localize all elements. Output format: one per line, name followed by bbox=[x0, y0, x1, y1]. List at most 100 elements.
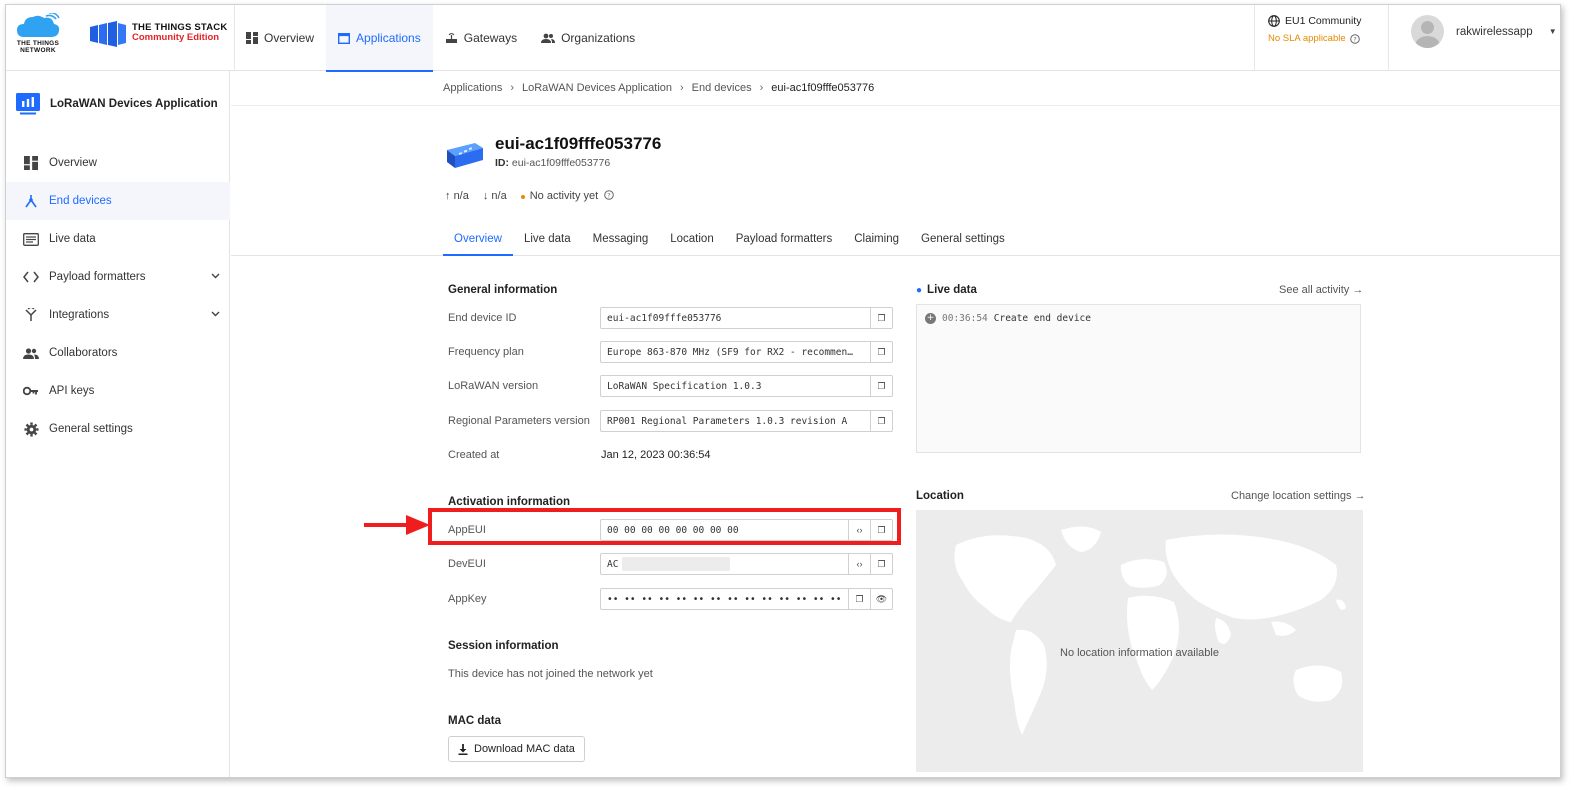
deveui-field: AC ‹› ❐ bbox=[600, 553, 893, 575]
copy-button[interactable]: ❐ bbox=[870, 342, 892, 362]
copy-button[interactable]: ❐ bbox=[870, 308, 892, 328]
merge-icon bbox=[23, 307, 39, 323]
sidebar-item-end-devices[interactable]: End devices bbox=[6, 182, 230, 220]
toggle-format-button[interactable]: ‹› bbox=[848, 554, 870, 574]
device-tabs: Overview Live data Messaging Location Pa… bbox=[443, 224, 1016, 256]
tab-messaging[interactable]: Messaging bbox=[582, 224, 660, 254]
sidebar-item-overview[interactable]: Overview bbox=[6, 144, 230, 182]
activation-info-title: Activation information bbox=[448, 496, 571, 508]
sidebar-item-label: End devices bbox=[49, 195, 112, 207]
appkey-label: AppKey bbox=[448, 593, 487, 605]
breadcrumb-end-devices[interactable]: End devices bbox=[692, 82, 752, 94]
user-menu[interactable]: rakwirelessapp ▼ bbox=[1411, 15, 1557, 48]
sidebar-item-label: Collaborators bbox=[49, 347, 118, 359]
see-all-activity-link[interactable]: See all activity → bbox=[1279, 284, 1363, 296]
chevron-down-icon[interactable] bbox=[211, 309, 220, 320]
ttn-logo[interactable]: THE THINGS NETWORK bbox=[14, 11, 62, 59]
sidebar-item-general-settings[interactable]: General settings bbox=[6, 410, 230, 448]
arrow-down-icon: ↓ bbox=[482, 190, 489, 202]
device-id: ID: eui-ac1f09fffe053776 bbox=[495, 157, 610, 169]
live-indicator-icon: ● bbox=[916, 285, 923, 296]
main-nav: Overview Applications Gateways Organizat… bbox=[234, 5, 647, 72]
event-text: Create end device bbox=[993, 313, 1091, 324]
redacted-region bbox=[622, 557, 731, 571]
nav-overview[interactable]: Overview bbox=[234, 5, 326, 71]
regional-params-value[interactable]: RP001 Regional Parameters 1.0.3 revision… bbox=[601, 411, 870, 431]
download-mac-label: Download MAC data bbox=[474, 743, 575, 755]
cluster-selector[interactable]: EU1 Community No SLA applicable ? bbox=[1268, 15, 1386, 44]
tab-payload-formatters[interactable]: Payload formatters bbox=[725, 224, 844, 254]
sidebar-item-label: Payload formatters bbox=[49, 271, 146, 283]
end-device-id-label: End device ID bbox=[448, 312, 517, 324]
location-title: Location bbox=[916, 490, 964, 502]
sidebar-item-integrations[interactable]: Integrations bbox=[6, 296, 230, 334]
device-activity: ↑ n/a ↓ n/a No activity yet ? bbox=[445, 190, 615, 202]
list-icon bbox=[23, 231, 39, 247]
device-id-label: ID: bbox=[495, 157, 509, 169]
svg-text:?: ? bbox=[1353, 35, 1356, 43]
tts-logo[interactable]: THE THINGS STACK Community Edition bbox=[88, 19, 228, 49]
session-info-title: Session information bbox=[448, 640, 559, 652]
copy-button[interactable]: ❐ bbox=[848, 589, 870, 609]
help-icon[interactable]: ? bbox=[1349, 33, 1360, 44]
activity-status: No activity yet ? bbox=[520, 190, 615, 202]
mac-data-title: MAC data bbox=[448, 715, 502, 727]
lorawan-version-value[interactable]: LoRaWAN Specification 1.0.3 bbox=[601, 376, 870, 396]
copy-icon: ❐ bbox=[877, 558, 886, 569]
people-icon bbox=[23, 345, 39, 361]
sidebar-menu: Overview End devices Live data Payload f… bbox=[6, 144, 230, 448]
breadcrumb-applications[interactable]: Applications bbox=[443, 82, 502, 94]
sidebar-item-live-data[interactable]: Live data bbox=[6, 220, 230, 258]
event-row[interactable]: + 00:36:54 Create end device bbox=[925, 313, 1091, 324]
nav-applications[interactable]: Applications bbox=[326, 5, 433, 72]
frequency-plan-value[interactable]: Europe 863-870 MHz (SF9 for RX2 - recomm… bbox=[601, 342, 870, 362]
svg-text:?: ? bbox=[608, 192, 611, 200]
tab-location[interactable]: Location bbox=[659, 224, 724, 254]
nav-organizations[interactable]: Organizations bbox=[529, 5, 647, 71]
tab-claiming[interactable]: Claiming bbox=[843, 224, 910, 254]
chevron-down-icon[interactable] bbox=[211, 271, 220, 282]
sidebar-item-label: API keys bbox=[49, 385, 95, 397]
ttn-logo-line1: THE THINGS bbox=[16, 40, 60, 47]
downlink-value: n/a bbox=[491, 190, 507, 202]
sidebar-item-api-keys[interactable]: API keys bbox=[6, 372, 230, 410]
end-device-icon bbox=[447, 143, 483, 168]
appkey-value[interactable]: •• •• •• •• •• •• •• •• •• •• •• •• •• •… bbox=[601, 589, 848, 609]
copy-icon: ❐ bbox=[877, 415, 886, 426]
copy-button[interactable]: ❐ bbox=[870, 376, 892, 396]
tab-live-data[interactable]: Live data bbox=[513, 224, 582, 254]
plus-icon: + bbox=[925, 313, 936, 324]
sidebar-app-title: LoRaWAN Devices Application bbox=[16, 93, 218, 115]
breadcrumb-application[interactable]: LoRaWAN Devices Application bbox=[522, 82, 672, 94]
live-data-title-text: Live data bbox=[927, 284, 977, 296]
nav-organizations-label: Organizations bbox=[561, 31, 636, 45]
activity-text: No activity yet bbox=[529, 190, 599, 202]
sidebar-item-payload-formatters[interactable]: Payload formatters bbox=[6, 258, 230, 296]
copy-button[interactable]: ❐ bbox=[870, 554, 892, 574]
device-header: eui-ac1f09fffe053776 ID: eui-ac1f09fffe0… bbox=[231, 106, 1560, 256]
sidebar-item-collaborators[interactable]: Collaborators bbox=[6, 334, 230, 372]
globe-icon bbox=[1268, 15, 1280, 27]
nav-gateways[interactable]: Gateways bbox=[433, 5, 529, 71]
copy-icon: ❐ bbox=[877, 312, 886, 323]
copy-button[interactable]: ❐ bbox=[870, 411, 892, 431]
tab-overview[interactable]: Overview bbox=[443, 224, 513, 256]
end-device-id-value[interactable]: eui-ac1f09fffe053776 bbox=[601, 308, 870, 328]
general-info-title: General information bbox=[448, 284, 558, 296]
top-header: THE THINGS NETWORK THE THINGS STACK Comm… bbox=[6, 5, 1560, 72]
application-badge-icon bbox=[16, 93, 40, 115]
world-map-graphic bbox=[954, 526, 1346, 735]
uplink-value: n/a bbox=[453, 190, 469, 202]
tab-general-settings[interactable]: General settings bbox=[910, 224, 1016, 254]
cloud-icon bbox=[17, 13, 60, 37]
show-button[interactable]: 👁 bbox=[870, 589, 892, 609]
help-icon[interactable]: ? bbox=[604, 190, 615, 200]
uplink-count: ↑ n/a bbox=[445, 190, 469, 202]
key-icon bbox=[23, 383, 39, 399]
gear-icon bbox=[23, 421, 39, 437]
nav-applications-label: Applications bbox=[356, 31, 421, 45]
download-mac-button[interactable]: Download MAC data bbox=[448, 736, 585, 762]
change-location-link[interactable]: Change location settings → bbox=[1231, 490, 1366, 502]
copy-icon: ❐ bbox=[877, 346, 886, 357]
deveui-value[interactable]: AC bbox=[601, 554, 848, 574]
